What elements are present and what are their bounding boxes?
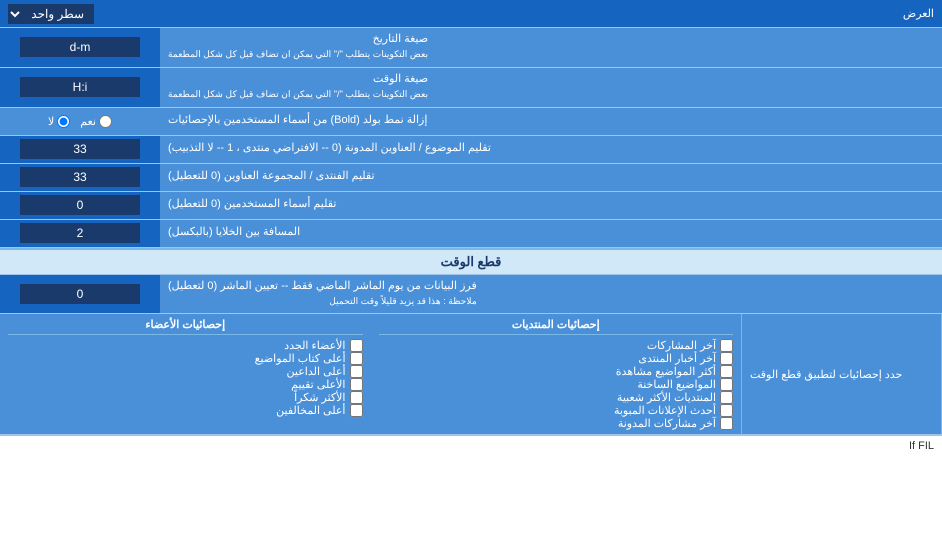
cb-posts-label: آخر المشاركات	[647, 339, 716, 352]
forum-titles-label: تقليم الفنتدى / المجموعة العناوين (0 للت…	[160, 164, 942, 191]
cb-most-viewed-item: أكثر المواضيع مشاهدة	[379, 365, 734, 378]
bottom-text: If FIL	[0, 435, 942, 456]
cb-top-posters2[interactable]	[350, 365, 363, 378]
cb-top-referrers-label: أعلى المخالفين	[276, 404, 345, 417]
date-format-label: صيغة التاريخبعض التكوينات يتطلب "/" التي…	[160, 28, 942, 67]
define-label-cell: حدد إحصائيات لتطبيق قطع الوقت	[742, 314, 942, 434]
cb-new-members-label: الأعضاء الجدد	[284, 339, 345, 352]
cb-top-referrers[interactable]	[350, 404, 363, 417]
cb-most-thanks[interactable]	[350, 391, 363, 404]
forum-titles-row: تقليم الفنتدى / المجموعة العناوين (0 للت…	[0, 164, 942, 192]
cb-forum-news[interactable]	[720, 352, 733, 365]
cb-ads[interactable]	[720, 404, 733, 417]
gap-input-cell: 2	[0, 220, 160, 247]
cb-mentions-item: آخر مشاركات المدونة	[379, 417, 734, 430]
cb-popular[interactable]	[720, 391, 733, 404]
member-stats-header: إحصائيات الأعضاء	[8, 318, 363, 335]
member-stats-col: إحصائيات الأعضاء الأعضاء الجدد أعلى كتاب…	[0, 314, 371, 434]
cb-top-rated[interactable]	[350, 378, 363, 391]
cb-popular-label: المنتديات الأكثر شعبية	[617, 391, 716, 404]
usernames-input-cell: 0	[0, 192, 160, 219]
cb-new-members-item: الأعضاء الجدد	[8, 339, 363, 352]
main-container: العرض سطر واحد سطرين ثلاثة أسطر صيغة الت…	[0, 0, 942, 456]
cb-mentions-label: آخر مشاركات المدونة	[618, 417, 716, 430]
gap-row: المسافة بين الخلايا (بالبكسل) 2	[0, 220, 942, 248]
cb-posts-item: آخر المشاركات	[379, 339, 734, 352]
cutoff-input[interactable]: 0	[20, 284, 140, 304]
gap-input[interactable]: 2	[20, 223, 140, 243]
usernames-label: تقليم أسماء المستخدمين (0 للتعطيل)	[160, 192, 942, 219]
select-wrapper: سطر واحد سطرين ثلاثة أسطر	[8, 4, 94, 24]
cb-forum-news-label: آخر أخبار المنتدى	[638, 352, 716, 365]
cb-latest-topics[interactable]	[720, 378, 733, 391]
date-format-row: صيغة التاريخبعض التكوينات يتطلب "/" التي…	[0, 28, 942, 68]
cutoff-section-header: قطع الوقت	[0, 248, 942, 275]
time-format-label: صيغة الوقتبعض التكوينات يتطلب "/" التي ي…	[160, 68, 942, 107]
cb-top-referrers-item: أعلى المخالفين	[8, 404, 363, 417]
radio-no-label[interactable]: لا	[48, 115, 70, 128]
define-label: حدد إحصائيات لتطبيق قطع الوقت	[750, 368, 902, 381]
bold-remove-radio-cell: نعم لا	[0, 108, 160, 135]
cb-most-thanks-label: الأكثر شكراً	[294, 391, 345, 404]
cb-top-posters-item: أعلى كتاب المواضيع	[8, 352, 363, 365]
subject-titles-input[interactable]: 33	[20, 139, 140, 159]
cb-ads-label: أحدث الإعلانات المبوبة	[614, 404, 716, 417]
subject-titles-input-cell: 33	[0, 136, 160, 163]
cb-top-posters2-item: أعلى الداعين	[8, 365, 363, 378]
cb-most-viewed-label: أكثر المواضيع مشاهدة	[616, 365, 716, 378]
cb-most-viewed[interactable]	[720, 365, 733, 378]
cb-top-rated-label: الأعلى تقييم	[291, 378, 345, 391]
usernames-input[interactable]: 0	[20, 195, 140, 215]
cutoff-label: فرز البيانات من يوم الماشر الماضي فقط --…	[160, 275, 942, 314]
radio-yes[interactable]	[99, 115, 112, 128]
cb-mentions[interactable]	[720, 417, 733, 430]
forum-titles-input[interactable]: 33	[20, 167, 140, 187]
cutoff-row: فرز البيانات من يوم الماشر الماضي فقط --…	[0, 275, 942, 315]
cutoff-input-cell: 0	[0, 275, 160, 314]
cb-latest-topics-item: المواضيع الساخنة	[379, 378, 734, 391]
date-format-input[interactable]: d-m	[20, 37, 140, 57]
cb-top-posters2-label: أعلى الداعين	[287, 365, 346, 378]
header-row: العرض سطر واحد سطرين ثلاثة أسطر	[0, 0, 942, 28]
forum-stats-header: إحصائيات المنتديات	[379, 318, 734, 335]
cb-forum-news-item: آخر أخبار المنتدى	[379, 352, 734, 365]
cb-top-rated-item: الأعلى تقييم	[8, 378, 363, 391]
time-format-row: صيغة الوقتبعض التكوينات يتطلب "/" التي ي…	[0, 68, 942, 108]
radio-no[interactable]	[57, 115, 70, 128]
lines-select[interactable]: سطر واحد سطرين ثلاثة أسطر	[8, 4, 94, 24]
subject-titles-label: تقليم الموضوع / العناوين المدونة (0 -- ا…	[160, 136, 942, 163]
date-format-input-cell: d-m	[0, 28, 160, 67]
cb-top-posters[interactable]	[350, 352, 363, 365]
checkboxes-outer: حدد إحصائيات لتطبيق قطع الوقت إحصائيات ا…	[0, 314, 942, 435]
usernames-row: تقليم أسماء المستخدمين (0 للتعطيل) 0	[0, 192, 942, 220]
cb-new-members[interactable]	[350, 339, 363, 352]
cb-most-thanks-item: الأكثر شكراً	[8, 391, 363, 404]
cutoff-title: قطع الوقت	[441, 254, 502, 270]
checkboxes-columns: إحصائيات المنتديات آخر المشاركات آخر أخب…	[0, 314, 742, 434]
cb-latest-topics-label: المواضيع الساخنة	[637, 378, 716, 391]
bold-remove-label: إزالة نمط بولد (Bold) من أسماء المستخدمي…	[160, 108, 942, 135]
time-format-input-cell: H:i	[0, 68, 160, 107]
cb-posts[interactable]	[720, 339, 733, 352]
forum-stats-col: إحصائيات المنتديات آخر المشاركات آخر أخب…	[371, 314, 743, 434]
bold-remove-row: إزالة نمط بولد (Bold) من أسماء المستخدمي…	[0, 108, 942, 136]
display-label: العرض	[903, 7, 934, 20]
radio-yes-label[interactable]: نعم	[80, 115, 112, 128]
cb-popular-item: المنتديات الأكثر شعبية	[379, 391, 734, 404]
cb-ads-item: أحدث الإعلانات المبوبة	[379, 404, 734, 417]
time-format-input[interactable]: H:i	[20, 77, 140, 97]
cb-top-posters-label: أعلى كتاب المواضيع	[255, 352, 346, 365]
subject-titles-row: تقليم الموضوع / العناوين المدونة (0 -- ا…	[0, 136, 942, 164]
gap-label: المسافة بين الخلايا (بالبكسل)	[160, 220, 942, 247]
forum-titles-input-cell: 33	[0, 164, 160, 191]
